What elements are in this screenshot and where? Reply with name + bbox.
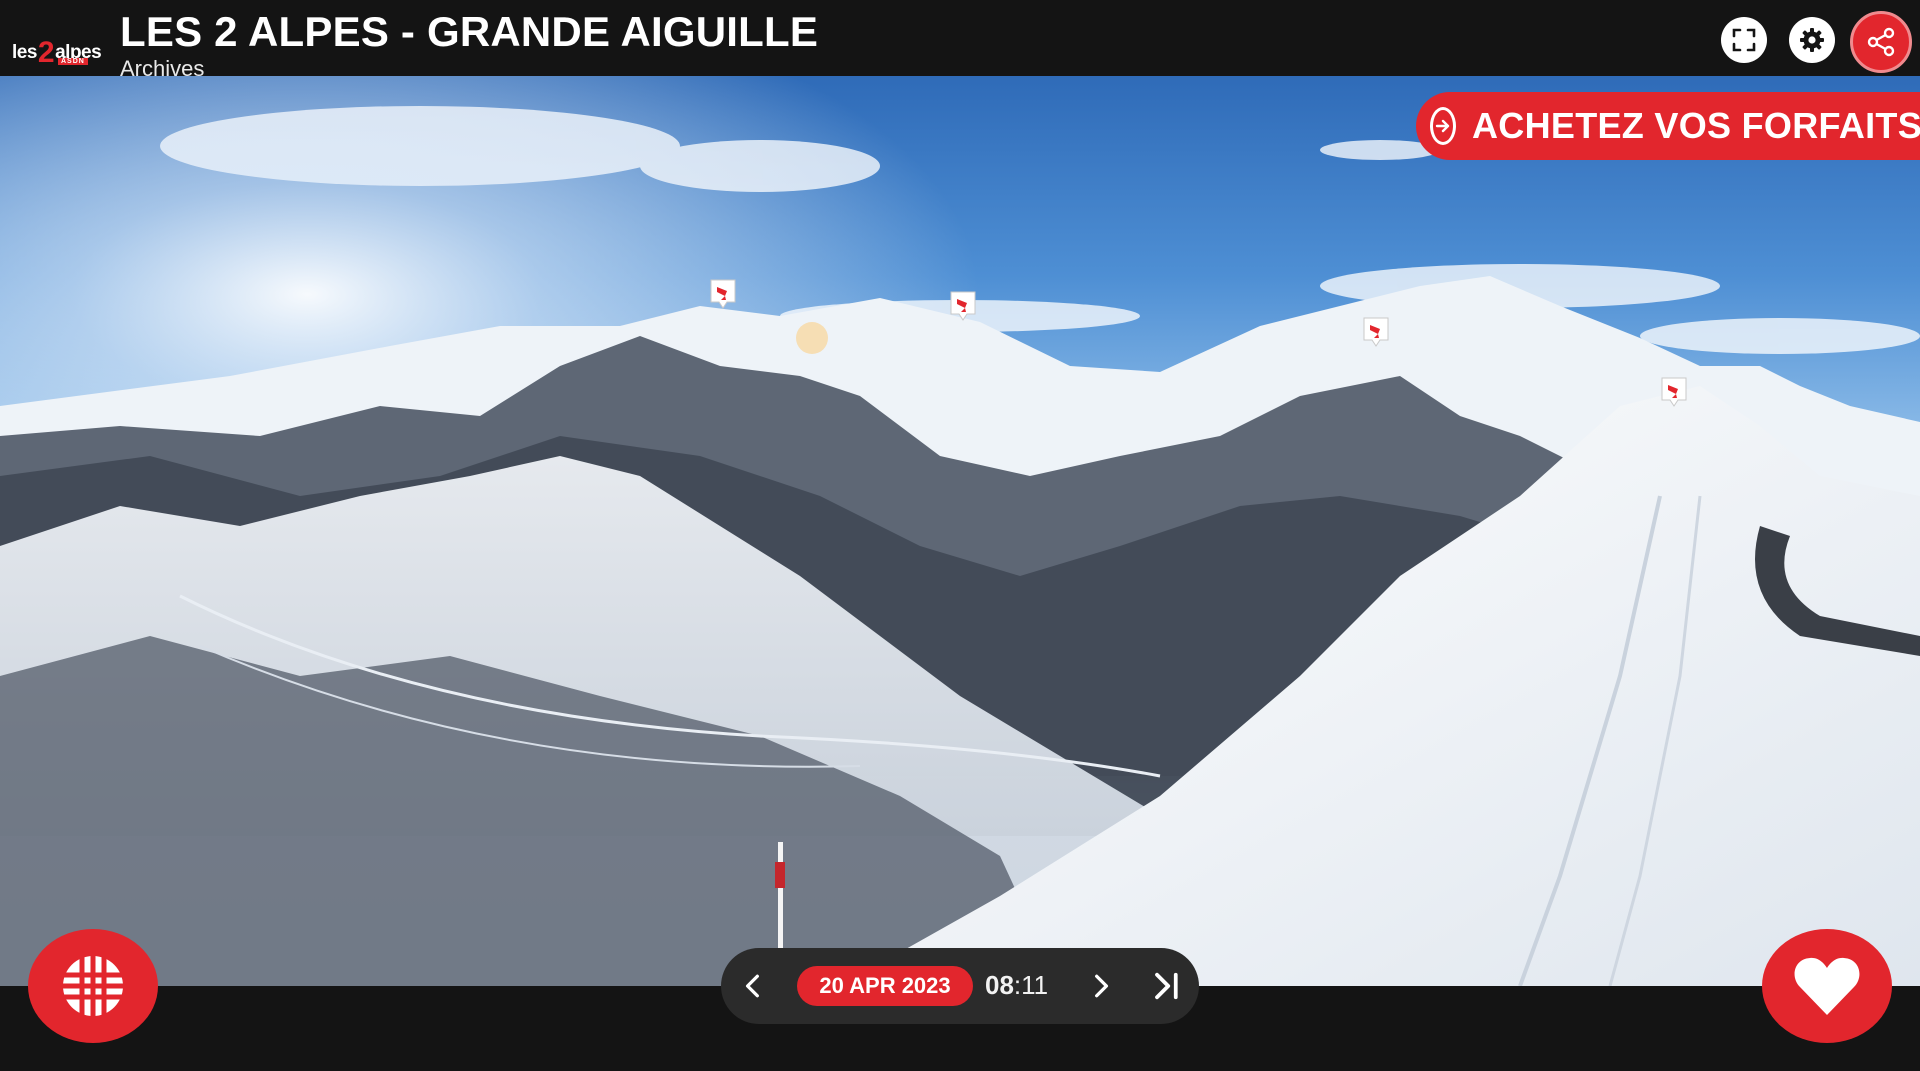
mountain-panorama-image <box>0 76 1920 986</box>
settings-button[interactable] <box>1789 17 1835 63</box>
fullscreen-icon <box>1732 28 1756 52</box>
chevron-left-icon <box>745 974 759 998</box>
buy-ski-pass-button[interactable]: ACHETEZ VOS FORFAITS <box>1416 92 1920 160</box>
webcam-icon <box>1363 317 1389 347</box>
arrow-right-circle-icon <box>1430 107 1456 145</box>
webcam-pin[interactable] <box>1660 376 1688 408</box>
favorite-button[interactable] <box>1762 929 1892 1043</box>
time-selector[interactable]: 08:11 <box>985 970 1048 1001</box>
archive-timeline: 20 APR 2023 08:11 <box>721 948 1199 1024</box>
gear-icon <box>1800 28 1824 52</box>
panorama-view[interactable] <box>0 76 1920 986</box>
share-button[interactable] <box>1850 11 1912 73</box>
previous-image-button[interactable] <box>733 966 773 1006</box>
page-subtitle: Archives <box>120 56 205 81</box>
les-2-alpes-logo[interactable]: les2alpes ASDN <box>12 24 102 69</box>
page-title: LES 2 ALPES - GRANDE AIGUILLE <box>120 8 819 55</box>
latest-image-button[interactable] <box>1147 966 1187 1006</box>
webcam-pin[interactable] <box>1362 316 1390 348</box>
buy-ski-pass-label: ACHETEZ VOS FORFAITS <box>1472 105 1920 146</box>
webcam-icon <box>950 291 976 321</box>
webcam-pin[interactable] <box>709 278 737 310</box>
date-selector[interactable]: 20 APR 2023 <box>797 966 973 1006</box>
next-image-button[interactable] <box>1081 966 1121 1006</box>
fullscreen-button[interactable] <box>1721 17 1767 63</box>
logo-tagline: ASDN <box>58 58 88 65</box>
top-bar: les2alpes ASDN LES 2 ALPES - GRANDE AIGU… <box>0 0 1920 81</box>
webcam-icon <box>1661 377 1687 407</box>
share-icon <box>1867 27 1895 57</box>
chevron-right-icon <box>1095 974 1109 998</box>
heart-icon <box>1794 957 1860 1015</box>
webcam-icon <box>710 279 736 309</box>
webcam-pin[interactable] <box>949 290 977 322</box>
grid-globe-icon <box>62 955 124 1017</box>
webcam-grid-button[interactable] <box>28 929 158 1043</box>
skip-to-latest-icon <box>1155 972 1178 1000</box>
